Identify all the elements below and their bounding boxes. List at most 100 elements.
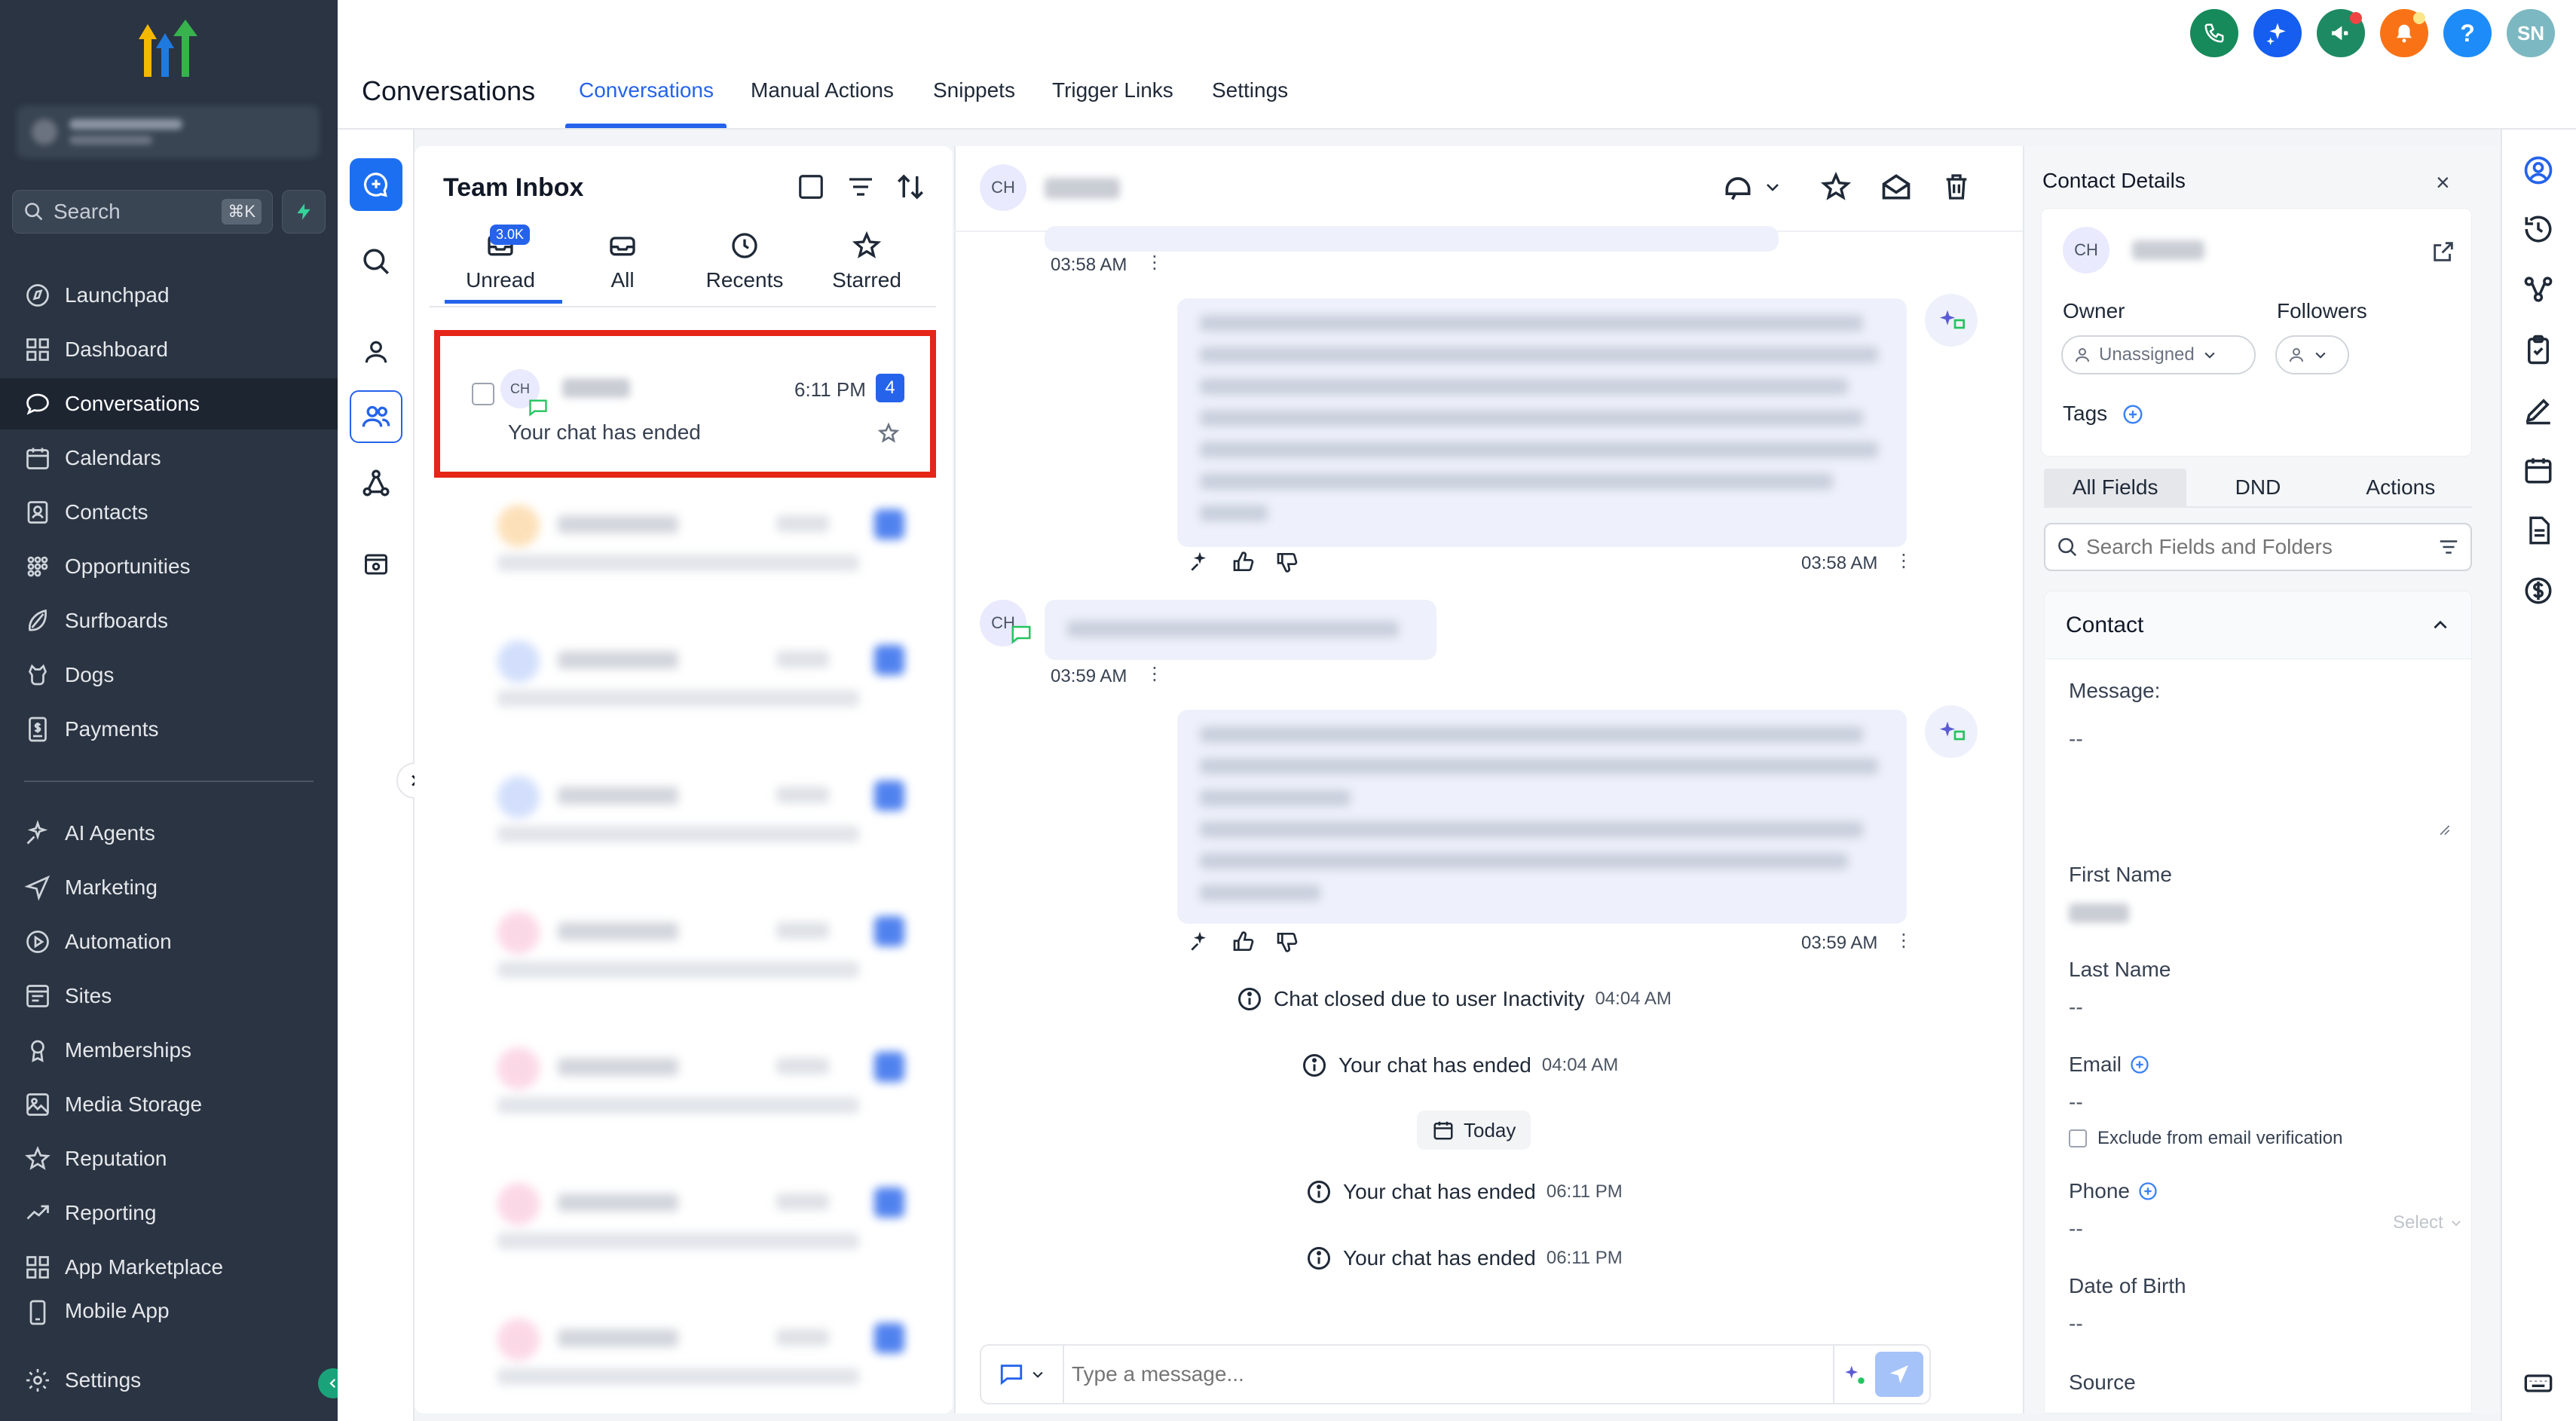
notes-button[interactable] xyxy=(2514,386,2562,434)
message-value[interactable]: -- xyxy=(2069,727,2083,751)
thumbs-up-icon[interactable] xyxy=(1231,550,1256,574)
add-phone-icon[interactable] xyxy=(2137,1181,2158,1202)
my-inbox-button[interactable] xyxy=(350,325,402,378)
tab-snippets[interactable]: Snippets xyxy=(933,78,1015,102)
workflows-button[interactable] xyxy=(2514,265,2562,313)
new-conversation-button[interactable] xyxy=(350,158,402,211)
tab-all-fields[interactable]: All Fields xyxy=(2044,469,2187,508)
payments-button[interactable] xyxy=(2514,567,2562,615)
conversation-item[interactable] xyxy=(452,1303,919,1401)
contact-profile-button[interactable] xyxy=(2514,146,2562,194)
sidebar-item-sites[interactable]: Sites xyxy=(0,970,338,1022)
exclude-email-verification[interactable]: Exclude from email verification xyxy=(2069,1128,2342,1149)
message-menu-icon[interactable]: ⋮ xyxy=(1895,930,1913,952)
add-email-icon[interactable] xyxy=(2129,1054,2150,1075)
sidebar-item-contacts[interactable]: Contacts xyxy=(0,487,338,538)
send-button[interactable] xyxy=(1875,1352,1923,1397)
tab-all[interactable]: All xyxy=(562,226,683,301)
conversation-item-selected[interactable]: CH 6:11 PM 4 Your chat has ended xyxy=(434,330,936,478)
tasks-button[interactable] xyxy=(2514,325,2562,374)
tab-recents[interactable]: Recents xyxy=(684,226,805,301)
phone-value[interactable]: -- xyxy=(2069,1217,2083,1241)
assign-dropdown[interactable] xyxy=(1758,166,1788,208)
sidebar-item-dashboard[interactable]: Dashboard xyxy=(0,324,338,375)
sidebar-item-memberships[interactable]: Memberships xyxy=(0,1025,338,1076)
tab-conversations[interactable]: Conversations xyxy=(579,78,714,102)
ai-wand-icon[interactable] xyxy=(1188,550,1212,574)
resize-handle-icon[interactable] xyxy=(2437,822,2452,837)
sort-button[interactable] xyxy=(892,169,929,205)
filter-button[interactable] xyxy=(843,169,879,205)
sidebar-item-dogs[interactable]: Dogs xyxy=(0,649,338,701)
last-name-value[interactable]: -- xyxy=(2069,995,2083,1019)
sidebar-item-automation[interactable]: Automation xyxy=(0,916,338,967)
message-menu-icon[interactable]: ⋮ xyxy=(1146,663,1164,685)
thumbs-up-icon[interactable] xyxy=(1231,930,1256,954)
sidebar-item-reporting[interactable]: Reporting xyxy=(0,1187,338,1239)
sidebar-item-surfboards[interactable]: Surfboards xyxy=(0,595,338,646)
sidebar-search[interactable]: Search ⌘K xyxy=(12,190,273,234)
select-all-checkbox[interactable] xyxy=(793,169,829,205)
search-conversations-button[interactable] xyxy=(350,235,402,288)
tab-manual-actions[interactable]: Manual Actions xyxy=(751,78,894,102)
sidebar-item-ai-agents[interactable]: AI Agents xyxy=(0,808,338,859)
tab-actions[interactable]: Actions xyxy=(2329,469,2472,508)
sidebar-item-app-marketplace[interactable]: App Marketplace xyxy=(0,1242,338,1293)
quick-actions-button[interactable] xyxy=(282,190,326,234)
phone-type-select[interactable]: Select xyxy=(2393,1212,2463,1233)
tab-starred[interactable]: Starred xyxy=(806,226,927,301)
team-inbox-button[interactable] xyxy=(350,390,402,443)
notifications-button[interactable] xyxy=(2380,9,2428,57)
conversation-item[interactable] xyxy=(452,1032,919,1130)
email-value[interactable]: -- xyxy=(2069,1090,2083,1114)
conversation-item[interactable] xyxy=(452,625,919,723)
activity-history-button[interactable] xyxy=(2514,205,2562,253)
sidebar-item-payments[interactable]: Payments xyxy=(0,704,338,755)
star-chat-button[interactable] xyxy=(1815,166,1857,208)
documents-button[interactable] xyxy=(2514,506,2562,555)
sidebar-item-media-storage[interactable]: Media Storage xyxy=(0,1079,338,1130)
internal-chat-button[interactable] xyxy=(350,538,402,591)
dob-value[interactable]: -- xyxy=(2069,1312,2083,1336)
sidebar-item-settings[interactable]: Settings xyxy=(0,1355,338,1406)
workflow-inbox-button[interactable] xyxy=(350,457,402,509)
conversation-item[interactable] xyxy=(452,897,919,995)
sidebar-item-opportunities[interactable]: Opportunities xyxy=(0,541,338,592)
ai-compose-button[interactable] xyxy=(1833,1346,1875,1403)
sidebar-item-calendars[interactable]: Calendars xyxy=(0,432,338,484)
sidebar-item-reputation[interactable]: Reputation xyxy=(0,1133,338,1184)
star-conversation-icon[interactable] xyxy=(877,422,900,445)
thumbs-down-icon[interactable] xyxy=(1275,550,1299,574)
announcements-button[interactable] xyxy=(2317,9,2365,57)
tab-settings[interactable]: Settings xyxy=(1212,78,1288,102)
message-menu-icon[interactable]: ⋮ xyxy=(1895,550,1913,572)
brand-logo[interactable] xyxy=(131,17,207,84)
conversation-checkbox[interactable] xyxy=(472,383,494,405)
external-link-icon[interactable] xyxy=(2431,239,2456,264)
ai-assistant-button[interactable] xyxy=(2253,9,2302,57)
thumbs-down-icon[interactable] xyxy=(1275,930,1299,954)
user-avatar[interactable]: SN xyxy=(2507,9,2555,57)
owner-select[interactable]: Unassigned xyxy=(2061,335,2256,374)
conversation-item[interactable] xyxy=(452,761,919,859)
help-button[interactable]: ? xyxy=(2443,9,2492,57)
followers-select[interactable] xyxy=(2275,335,2349,374)
assign-button[interactable] xyxy=(1717,166,1759,208)
tab-dnd[interactable]: DND xyxy=(2186,469,2330,508)
sidebar-item-mobile-app[interactable]: Mobile App xyxy=(0,1296,338,1326)
add-tag-icon[interactable] xyxy=(2122,403,2144,426)
ai-wand-icon[interactable] xyxy=(1188,930,1212,954)
phone-button[interactable] xyxy=(2190,9,2238,57)
exclude-checkbox[interactable] xyxy=(2069,1129,2087,1147)
first-name-value-redacted[interactable] xyxy=(2069,903,2129,923)
conversation-item[interactable] xyxy=(452,490,919,588)
message-input[interactable] xyxy=(1064,1346,1833,1403)
tab-trigger-links[interactable]: Trigger Links xyxy=(1052,78,1173,102)
sidebar-item-conversations[interactable]: Conversations xyxy=(0,378,338,429)
appointments-button[interactable] xyxy=(2514,446,2562,494)
delete-conversation-button[interactable] xyxy=(1935,166,1978,208)
channel-selector[interactable] xyxy=(981,1346,1064,1403)
keyboard-shortcuts-button[interactable] xyxy=(2514,1359,2562,1407)
mark-read-button[interactable] xyxy=(1875,166,1917,208)
sidebar-item-launchpad[interactable]: Launchpad xyxy=(0,270,338,321)
